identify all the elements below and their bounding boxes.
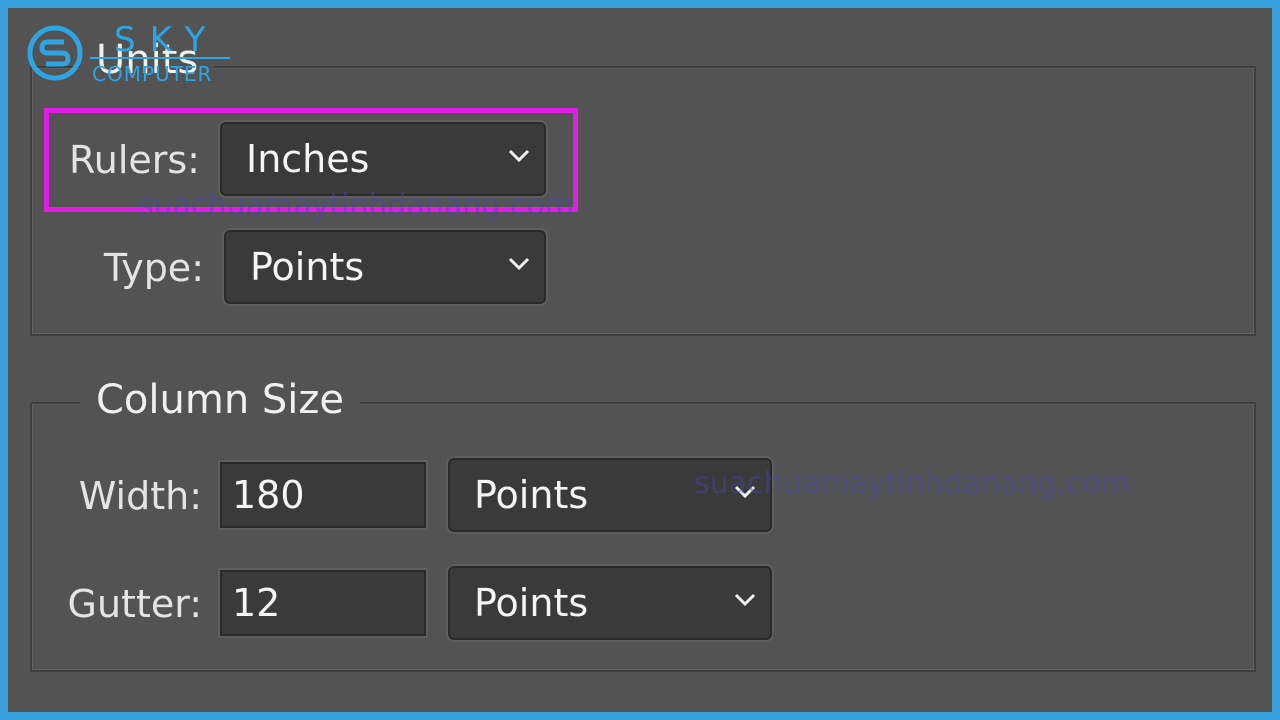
watermark-text: suachuamaytinhdanang.com: [694, 466, 1130, 501]
chevron-down-icon: [508, 145, 530, 167]
width-label: Width:: [78, 474, 202, 518]
column-size-group-title: Column Size: [80, 378, 361, 422]
logo-brand-text: SKY: [114, 20, 220, 60]
preferences-panel: Units Rulers: Inches Type: Points Column…: [0, 0, 1280, 720]
logo-sub-text: COMPUTER: [92, 62, 213, 86]
logo-divider: [90, 57, 230, 59]
type-label: Type:: [103, 246, 204, 290]
width-unit-value: Points: [474, 473, 589, 517]
gutter-label: Gutter:: [67, 582, 202, 626]
chevron-down-icon: [508, 253, 530, 275]
width-input-value: 180: [232, 473, 305, 517]
sky-computer-logo: SKY COMPUTER: [26, 20, 236, 88]
rulers-dropdown-value: Inches: [246, 137, 370, 181]
gutter-input-value: 12: [232, 581, 281, 625]
watermark-text: suachuamaytinhdanang.com: [138, 188, 574, 223]
chevron-down-icon: [734, 589, 756, 611]
type-dropdown[interactable]: Points: [224, 230, 546, 304]
gutter-unit-dropdown[interactable]: Points: [448, 566, 772, 640]
width-input[interactable]: 180: [220, 462, 426, 528]
rulers-dropdown[interactable]: Inches: [220, 122, 546, 196]
gutter-unit-value: Points: [474, 581, 589, 625]
gutter-input[interactable]: 12: [220, 570, 426, 636]
type-dropdown-value: Points: [250, 245, 365, 289]
sky-logo-icon: [27, 25, 83, 81]
rulers-label: Rulers:: [69, 138, 200, 182]
